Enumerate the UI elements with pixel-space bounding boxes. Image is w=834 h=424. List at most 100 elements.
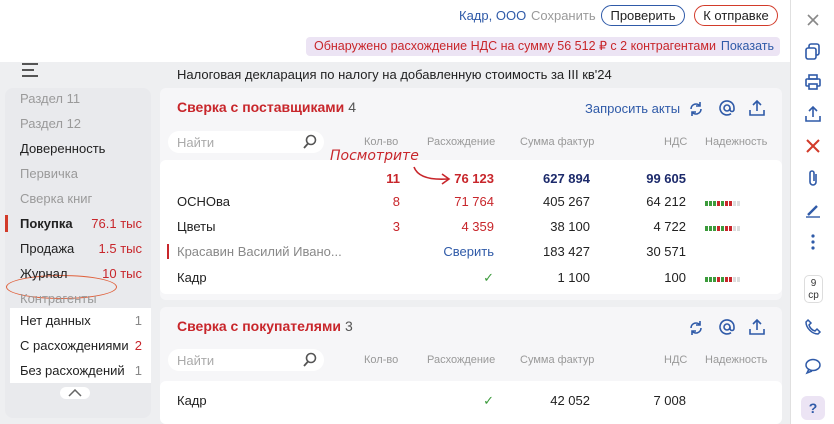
day-number: 9 — [810, 278, 817, 289]
col-header-reliability: Надежность — [705, 354, 768, 366]
sidebar-item-section-11[interactable]: Раздел 11 — [20, 91, 80, 106]
journal-count: 10 тыс — [102, 266, 142, 281]
search-placeholder: Найти — [177, 135, 215, 150]
col-header-reliability: Надежность — [705, 136, 768, 148]
reliability-indicator — [705, 201, 741, 206]
paperclip-icon[interactable] — [804, 169, 822, 187]
buyers-table: Кадр ✓ 42 052 7 008 — [160, 381, 782, 424]
edit-icon[interactable] — [804, 201, 822, 219]
upload-icon[interactable] — [804, 105, 822, 123]
email-icon[interactable] — [718, 318, 736, 336]
buyers-title-text: Сверка с покупателями — [177, 318, 341, 334]
col-header-vat: НДС — [664, 136, 688, 148]
check-mark-icon: ✓ — [483, 393, 494, 408]
supplier-name[interactable]: Кадр — [177, 270, 207, 285]
filter-without-discrepancies[interactable]: Без расхождений — [20, 363, 125, 378]
col-header-sum: Сумма фактур — [520, 136, 595, 148]
copy-icon[interactable] — [804, 42, 822, 60]
col-header-vat: НДС — [664, 354, 688, 366]
sidebar-item-purchase[interactable]: Покупка — [20, 216, 73, 231]
supplier-qty: 3 — [392, 219, 400, 234]
reliability-indicator — [705, 226, 741, 231]
buyers-count: 3 — [344, 318, 353, 334]
filter-with-discrepancies[interactable]: С расхождениями — [20, 338, 129, 353]
send-button[interactable]: К отправке — [694, 5, 778, 26]
phone-icon[interactable] — [804, 318, 822, 336]
buyer-name[interactable]: Кадр — [177, 393, 207, 408]
suppliers-title-text: Сверка с поставщиками — [177, 99, 345, 115]
vat-discrepancy-alert: Обнаружено расхождение НДС на сумму 56 5… — [306, 37, 780, 56]
sidebar-item-primary-docs[interactable]: Первичка — [20, 166, 78, 181]
purchase-count: 76.1 тыс — [91, 216, 142, 231]
supplier-name[interactable]: Красавин Василий Ивано... — [177, 244, 342, 259]
annotation-arrow-icon — [413, 166, 451, 185]
total-qty: 11 — [386, 171, 400, 186]
delete-icon[interactable] — [804, 137, 822, 155]
menu-icon[interactable] — [22, 63, 38, 77]
annotation-text: Посмотрите — [330, 148, 419, 164]
col-header-qty: Кол-во — [364, 136, 399, 148]
search-placeholder: Найти — [177, 353, 215, 368]
supplier-qty: 8 — [392, 194, 400, 209]
suppliers-table: 11 76 123 627 894 99 605 ОСНОва 8 71 764… — [160, 160, 782, 294]
sales-count: 1.5 тыс — [98, 241, 142, 256]
col-header-qty: Кол-во — [364, 354, 399, 366]
document-title: Налоговая декларация по налогу на добавл… — [177, 67, 612, 82]
supplier-name[interactable]: ОСНОва — [177, 194, 230, 209]
suppliers-title: Сверка с поставщиками 4 — [177, 99, 356, 115]
search-icon — [303, 134, 317, 149]
sidebar-item-journal[interactable]: Журнал — [20, 266, 67, 281]
supplier-vat: 64 212 — [646, 194, 686, 209]
total-sum: 627 894 — [543, 171, 590, 186]
chat-icon[interactable] — [804, 357, 822, 375]
suppliers-count: 4 — [348, 99, 357, 115]
col-header-diff: Расхождение — [427, 136, 496, 148]
supplier-diff: 71 764 — [454, 194, 494, 209]
upload-icon[interactable] — [748, 318, 766, 336]
search-icon — [303, 352, 317, 367]
help-button[interactable]: ? — [801, 396, 825, 420]
calendar-day-button[interactable]: 9 ср — [804, 275, 823, 303]
no-data-count: 1 — [134, 313, 142, 328]
close-icon[interactable] — [804, 11, 822, 29]
supplier-sum: 1 100 — [557, 270, 590, 285]
left-sidebar: Раздел 11 Раздел 12 Доверенность Первичк… — [5, 88, 151, 418]
collapse-up-button[interactable] — [60, 387, 90, 399]
alert-show-link[interactable]: Показать — [721, 37, 774, 56]
supplier-vat: 4 722 — [653, 219, 686, 234]
filter-no-data[interactable]: Нет данных — [20, 313, 91, 328]
refresh-icon[interactable] — [687, 319, 705, 337]
supplier-diff: 4 359 — [461, 219, 494, 234]
sidebar-item-power-of-attorney[interactable]: Доверенность — [20, 141, 105, 156]
sidebar-item-section-12[interactable]: Раздел 12 — [20, 116, 81, 131]
sidebar-item-book-reconciliation[interactable]: Сверка книг — [20, 191, 92, 206]
row-warning-marker — [167, 244, 169, 259]
top-header: Кадр, ООО Сохранить Проверить К отправке… — [0, 0, 790, 82]
buyer-vat: 7 008 — [653, 393, 686, 408]
sidebar-item-sales[interactable]: Продажа — [20, 241, 74, 256]
suppliers-search-input[interactable]: Найти — [168, 131, 324, 153]
buyers-panel: Сверка с покупателями 3 Найти Кол-во Расх… — [160, 307, 782, 424]
check-button[interactable]: Проверить — [601, 5, 685, 26]
company-link[interactable]: Кадр, ООО — [459, 8, 526, 23]
supplier-vat: 100 — [664, 270, 686, 285]
verify-link[interactable]: Сверить — [422, 244, 494, 259]
reliability-indicator — [705, 277, 741, 282]
sidebar-item-counterparties[interactable]: Контрагенты — [20, 291, 97, 306]
chevron-up-icon — [68, 389, 82, 397]
active-indicator — [5, 215, 8, 232]
buyers-search-input[interactable]: Найти — [168, 349, 324, 371]
request-acts-link[interactable]: Запросить акты — [585, 101, 680, 116]
upload-icon[interactable] — [748, 99, 766, 117]
supplier-sum: 38 100 — [550, 219, 590, 234]
alert-text: Обнаружено расхождение НДС на сумму 56 5… — [314, 39, 716, 53]
save-button[interactable]: Сохранить — [531, 8, 596, 23]
supplier-sum: 405 267 — [543, 194, 590, 209]
print-icon[interactable] — [804, 73, 822, 91]
supplier-name[interactable]: Цветы — [177, 219, 215, 234]
more-vertical-icon[interactable] — [804, 233, 822, 251]
refresh-icon[interactable] — [687, 100, 705, 118]
buyers-title: Сверка с покупателями 3 — [177, 318, 353, 334]
email-icon[interactable] — [718, 99, 736, 117]
buyer-sum: 42 052 — [550, 393, 590, 408]
